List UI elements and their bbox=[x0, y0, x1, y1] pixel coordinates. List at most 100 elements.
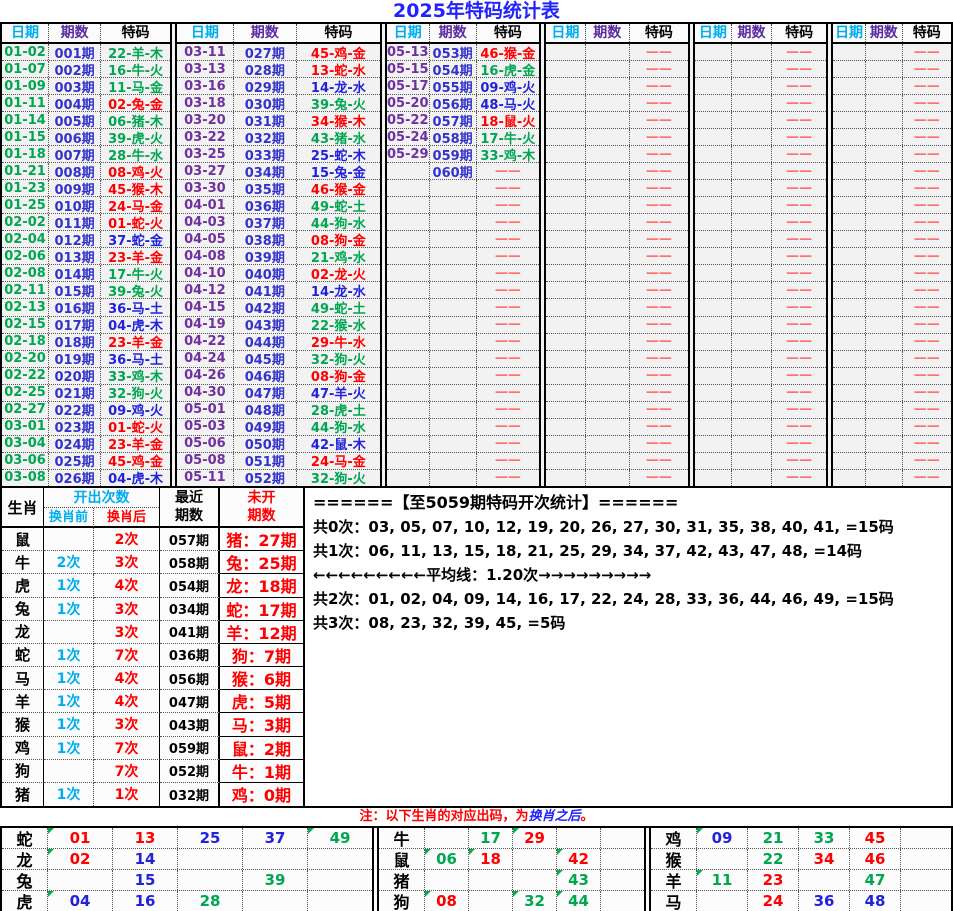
period-cell: 053期 bbox=[430, 44, 477, 60]
period-row: 05-24058期17-牛-火 bbox=[387, 129, 539, 146]
code-cell: 08-狗-金 bbox=[297, 368, 380, 384]
zodiac-name-cell: 龙 bbox=[2, 621, 44, 644]
date-cell bbox=[387, 231, 430, 247]
period-cell bbox=[732, 78, 773, 94]
code-cell: 39-虎-火 bbox=[101, 129, 170, 145]
date-cell bbox=[833, 351, 866, 367]
period-row: —— bbox=[546, 61, 688, 78]
period-cell bbox=[586, 95, 630, 111]
after-change-cell: 3次 bbox=[94, 621, 160, 644]
period-row: —— bbox=[546, 180, 688, 197]
period-cell: 047期 bbox=[234, 385, 297, 401]
code-cell: —— bbox=[630, 231, 688, 247]
date-cell bbox=[695, 317, 732, 333]
missing-periods-header: 未开 期数 bbox=[220, 488, 303, 526]
number-cell bbox=[601, 891, 644, 911]
code-cell: —— bbox=[903, 470, 951, 486]
period-row: —— bbox=[387, 419, 539, 436]
code-cell: 39-兔-火 bbox=[101, 282, 170, 298]
zodiac-stats-row: 蛇1次7次036期狗：7期 bbox=[2, 644, 303, 667]
period-cell bbox=[866, 470, 903, 486]
date-cell bbox=[387, 385, 430, 401]
zodiac-number-row: 龙0214 bbox=[2, 849, 372, 870]
period-row: —— bbox=[546, 95, 688, 112]
date-cell: 02-18 bbox=[2, 334, 49, 350]
before-change-cell: 1次 bbox=[44, 598, 94, 621]
date-cell: 05-29 bbox=[387, 146, 430, 162]
zodiac-stats-row: 兔1次3次034期蛇：17期 bbox=[2, 598, 303, 621]
period-cell: 045期 bbox=[234, 351, 297, 367]
code-cell: —— bbox=[477, 231, 539, 247]
period-cell bbox=[866, 231, 903, 247]
date-cell bbox=[833, 112, 866, 128]
zodiac-name-cell: 猴 bbox=[2, 713, 44, 736]
code-cell: —— bbox=[903, 282, 951, 298]
date-cell bbox=[387, 163, 430, 179]
period-cell: 031期 bbox=[234, 112, 297, 128]
period-row: —— bbox=[695, 95, 826, 112]
period-row: 01-11004期02-兔-金 bbox=[2, 95, 170, 112]
period-cell bbox=[866, 112, 903, 128]
code-cell: —— bbox=[772, 78, 826, 94]
recent-period-cell: 041期 bbox=[160, 621, 220, 644]
number-cell: 15 bbox=[113, 870, 178, 890]
number-cell: 11 bbox=[697, 870, 748, 890]
period-cell: 030期 bbox=[234, 95, 297, 111]
period-row: —— bbox=[546, 282, 688, 299]
period-cell bbox=[866, 163, 903, 179]
recent-period-cell: 059期 bbox=[160, 737, 220, 760]
code-cell: 23-羊-金 bbox=[101, 334, 170, 350]
period-row: —— bbox=[833, 214, 951, 231]
period-cell bbox=[866, 351, 903, 367]
date-cell bbox=[387, 197, 430, 213]
period-cell bbox=[866, 129, 903, 145]
code-cell: 29-牛-水 bbox=[297, 334, 380, 350]
number-cell: 34 bbox=[799, 849, 850, 869]
code-cell: —— bbox=[772, 334, 826, 350]
recent-period-cell: 057期 bbox=[160, 528, 220, 551]
number-cell: 17 bbox=[469, 828, 513, 848]
code-cell: 42-鼠-木 bbox=[297, 436, 380, 452]
period-cell bbox=[586, 197, 630, 213]
period-row: —— bbox=[833, 334, 951, 351]
date-cell bbox=[833, 129, 866, 145]
recent-period-cell: 058期 bbox=[160, 551, 220, 574]
date-cell bbox=[387, 317, 430, 333]
number-cell bbox=[557, 828, 601, 848]
date-cell bbox=[546, 334, 586, 350]
period-cell: 057期 bbox=[430, 112, 477, 128]
period-cell bbox=[586, 214, 630, 230]
code-cell: —— bbox=[630, 163, 688, 179]
code-cell: 13-蛇-水 bbox=[297, 61, 380, 77]
period-row: —— bbox=[387, 248, 539, 265]
code-cell: 15-兔-金 bbox=[297, 163, 380, 179]
period-cell: 001期 bbox=[49, 44, 101, 60]
date-cell: 02-15 bbox=[2, 317, 49, 333]
number-cell bbox=[697, 891, 748, 911]
after-change-cell: 3次 bbox=[94, 551, 160, 574]
period-cell bbox=[586, 282, 630, 298]
period-cell bbox=[586, 402, 630, 418]
period-row: —— bbox=[833, 436, 951, 453]
number-cell bbox=[178, 870, 243, 890]
zodiac-name-cell: 猪 bbox=[379, 870, 425, 890]
zodiac-number-row: 猪43 bbox=[379, 870, 644, 891]
note-highlight: 换肖之后 bbox=[528, 809, 580, 824]
code-cell: 32-狗-火 bbox=[297, 470, 380, 486]
code-cell: 44-狗-水 bbox=[297, 419, 380, 435]
period-row: —— bbox=[833, 61, 951, 78]
code-cell: —— bbox=[903, 351, 951, 367]
period-row: —— bbox=[833, 470, 951, 486]
zodiac-stats-row: 虎1次4次054期龙：18期 bbox=[2, 574, 303, 597]
date-cell: 04-15 bbox=[177, 299, 234, 315]
period-cell: 010期 bbox=[49, 197, 101, 213]
period-row: —— bbox=[695, 368, 826, 385]
period-cell bbox=[866, 299, 903, 315]
period-row: —— bbox=[387, 385, 539, 402]
date-cell bbox=[695, 129, 732, 145]
period-row: —— bbox=[833, 44, 951, 61]
period-cell: 023期 bbox=[49, 419, 101, 435]
stats-panel: ======【至5059期特码开次统计】======共0次：03, 05, 07… bbox=[305, 488, 953, 808]
code-cell: —— bbox=[903, 248, 951, 264]
stats-line: ======【至5059期特码开次统计】====== bbox=[313, 491, 943, 515]
